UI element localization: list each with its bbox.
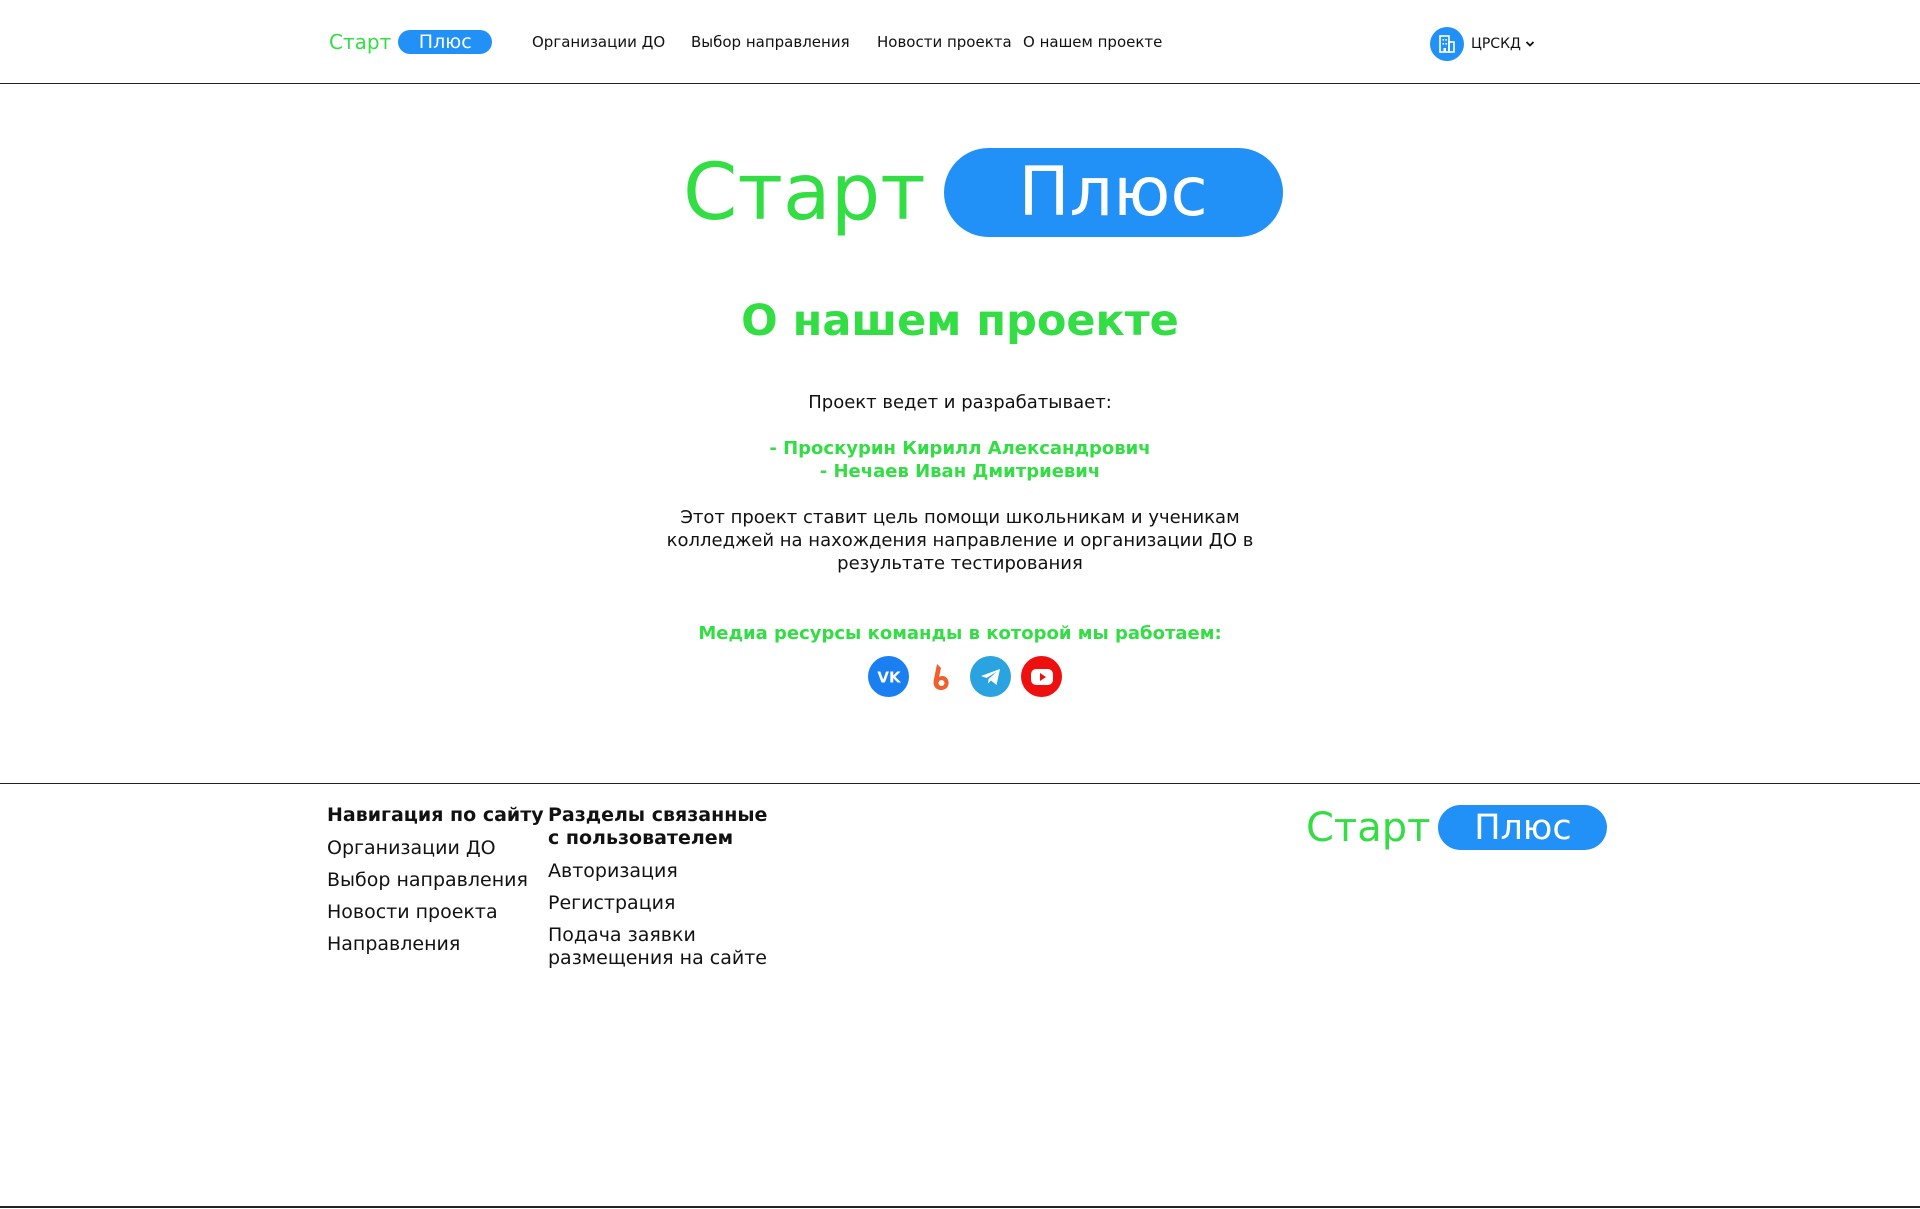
youtube-icon[interactable]: [1021, 656, 1062, 697]
user-name: ЦРСКД: [1471, 36, 1521, 52]
footer-logo-pill: Плюс: [1438, 805, 1608, 850]
building-icon: [1430, 27, 1464, 61]
nav-organizations[interactable]: Организации ДО: [532, 33, 665, 51]
footer-link-direction-choice[interactable]: Выбор направления: [327, 869, 547, 892]
footer-link-news[interactable]: Новости проекта: [327, 901, 547, 924]
header-logo[interactable]: Старт Плюс: [329, 30, 493, 54]
site-footer: [0, 783, 1920, 1209]
footer-link-login[interactable]: Авторизация: [548, 860, 778, 883]
footer-link-apply[interactable]: Подача заявки размещения на сайте: [548, 924, 778, 970]
footer-link-register[interactable]: Регистрация: [548, 892, 778, 915]
vk-icon[interactable]: VK: [868, 656, 909, 697]
about-section: Проект ведет и разрабатывает: - Проскури…: [660, 391, 1260, 575]
telegram-icon[interactable]: [970, 656, 1011, 697]
hero-logo: Старт Плюс: [683, 148, 1283, 237]
footer-link-directions[interactable]: Направления: [327, 933, 547, 956]
author-item: - Нечаев Иван Дмитриевич: [819, 461, 1101, 482]
footer-logo[interactable]: Старт Плюс: [1306, 804, 1608, 851]
authors-list: - Проскурин Кирилл Александрович - Нечае…: [660, 437, 1260, 483]
hero-logo-pill: Плюс: [943, 148, 1283, 237]
footer-divider: [0, 1206, 1920, 1208]
boosty-icon[interactable]: [919, 656, 960, 697]
nav-about[interactable]: О нашем проекте: [1023, 33, 1162, 51]
footer-logo-word: Старт: [1306, 804, 1431, 851]
social-links: VK: [868, 656, 1072, 697]
chevron-down-icon: [1525, 40, 1535, 48]
nav-news[interactable]: Новости проекта: [877, 33, 1012, 51]
footer-nav-column: Навигация по сайту Организации ДО Выбор …: [327, 804, 547, 965]
about-lead: Проект ведет и разрабатывает:: [808, 392, 1112, 413]
media-title: Медиа ресурсы команды в которой мы работ…: [698, 623, 1222, 644]
hero-logo-word: Старт: [683, 147, 926, 238]
svg-text:VK: VK: [877, 669, 901, 685]
nav-direction-choice[interactable]: Выбор направления: [691, 33, 850, 51]
footer-user-heading: Разделы связанные с пользователем: [548, 804, 768, 849]
user-menu[interactable]: ЦРСКД: [1430, 27, 1535, 61]
page-title: О нашем проекте: [741, 296, 1179, 346]
site-header: Старт Плюс Организации ДО Выбор направле…: [0, 0, 1920, 84]
about-description: Этот проект ставит цель помощи школьника…: [666, 507, 1254, 574]
author-item: - Проскурин Кирилл Александрович: [769, 438, 1151, 459]
logo-pill: Плюс: [398, 30, 493, 54]
footer-link-organizations[interactable]: Организации ДО: [327, 837, 547, 860]
footer-nav-heading: Навигация по сайту: [327, 804, 544, 826]
logo-word: Старт: [329, 30, 392, 54]
footer-user-column: Разделы связанные с пользователем Автори…: [548, 804, 778, 979]
